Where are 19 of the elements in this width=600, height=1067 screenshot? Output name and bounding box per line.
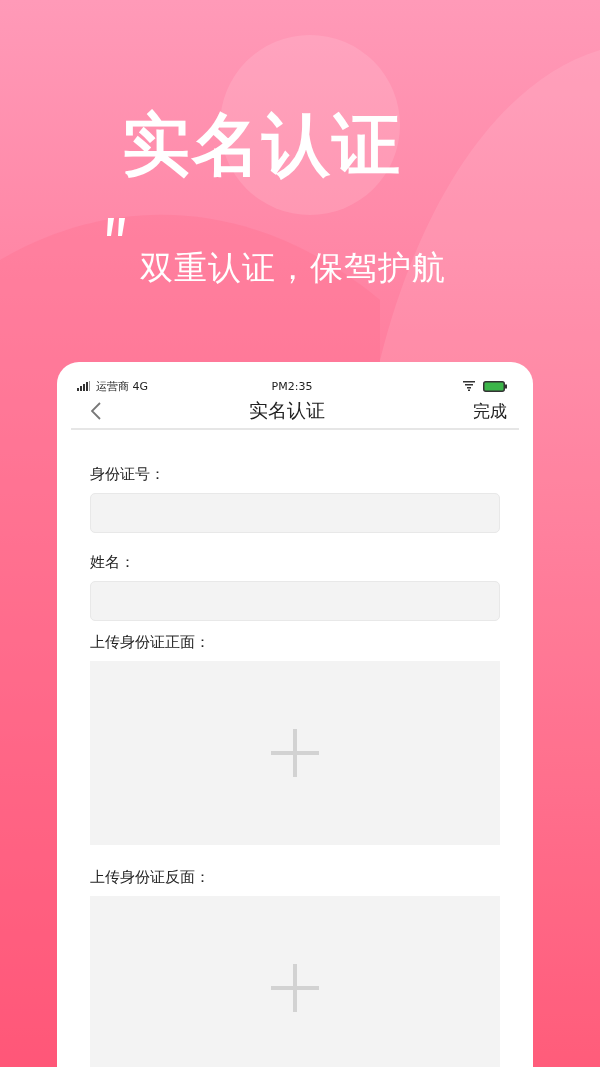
- quote-icon: [106, 218, 128, 236]
- nav-title: 实名认证: [249, 398, 325, 423]
- field-label: 上传身份证正面：: [90, 632, 211, 652]
- wifi-icon: [463, 381, 475, 391]
- hero-subtitle: 双重认证，保驾护航: [140, 247, 446, 289]
- signal-icon: [77, 381, 91, 391]
- hero-title: 实名认证: [122, 104, 402, 186]
- done-button[interactable]: 完成: [473, 399, 507, 423]
- field-label: 上传身份证反面：: [90, 867, 211, 887]
- carrier-text: 运营商 4G: [96, 378, 149, 394]
- plus-icon: [271, 964, 319, 1012]
- plus-icon: [271, 729, 319, 777]
- field-label: 身份证号：: [90, 464, 166, 484]
- status-time: PM2:35: [271, 379, 313, 393]
- battery-icon: [483, 380, 507, 392]
- upload-area[interactable]: [90, 661, 500, 845]
- upload-area[interactable]: [90, 896, 500, 1067]
- back-icon[interactable]: [91, 402, 101, 420]
- field-label: 姓名：: [90, 552, 136, 572]
